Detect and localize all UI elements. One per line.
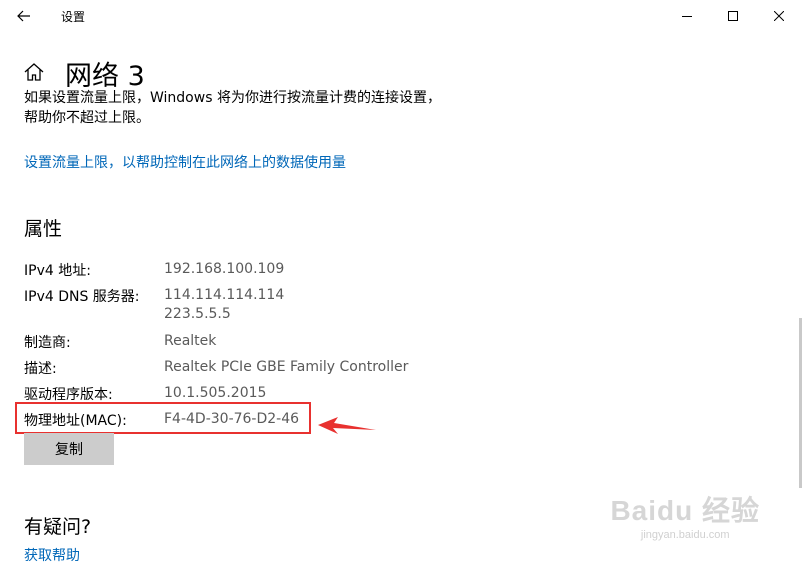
baidu-watermark: Baidu 经验 jingyan.baidu.com — [610, 489, 760, 541]
arrow-left-icon — [17, 10, 30, 22]
window-title: 设置 — [61, 10, 86, 24]
window-controls — [664, 0, 802, 32]
metered-description-line2: 帮助你不超过上限。 — [24, 110, 150, 126]
manufacturer-label: 制造商: — [24, 335, 71, 351]
ipv4-address-label: IPv4 地址: — [24, 263, 91, 279]
help-title: 有疑问? — [24, 516, 92, 538]
set-data-limit-link[interactable]: 设置流量上限，以帮助控制在此网络上的数据使用量 — [24, 152, 346, 172]
back-button[interactable] — [13, 6, 35, 26]
ipv4-dns-value: 114.114.114.114 223.5.5.5 — [164, 286, 284, 324]
manufacturer-value: Realtek — [164, 333, 217, 349]
maximize-button[interactable] — [710, 0, 756, 32]
maximize-icon — [728, 11, 738, 21]
mac-highlight-box — [15, 402, 311, 434]
minimize-button[interactable] — [664, 0, 710, 32]
title-bar: 设置 — [0, 0, 802, 32]
home-icon — [24, 63, 44, 81]
close-button[interactable] — [756, 0, 802, 32]
driver-version-label: 驱动程序版本: — [24, 387, 113, 403]
baidu-watermark-logo: Baidu 经验 — [610, 495, 760, 526]
metered-description: 如果设置流量上限，Windows 将为你进行按流量计费的连接设置， 帮助你不超过… — [24, 88, 484, 128]
ipv4-dns-label: IPv4 DNS 服务器: — [24, 289, 140, 305]
description-value: Realtek PCIe GBE Family Controller — [164, 359, 409, 375]
description-label: 描述: — [24, 361, 57, 377]
ipv4-dns-value-secondary: 223.5.5.5 — [164, 306, 231, 322]
annotation-arrow-icon — [318, 417, 376, 434]
ipv4-dns-value-primary: 114.114.114.114 — [164, 287, 285, 303]
minimize-icon — [682, 16, 692, 17]
metered-description-line1: 如果设置流量上限，Windows 将为你进行按流量计费的连接设置， — [24, 90, 441, 106]
properties-title: 属性 — [24, 218, 63, 240]
copy-button[interactable]: 复制 — [24, 433, 114, 465]
ipv4-address-value: 192.168.100.109 — [164, 261, 285, 277]
baidu-watermark-url: jingyan.baidu.com — [640, 529, 730, 541]
close-icon — [774, 11, 784, 21]
driver-version-value: 10.1.505.2015 — [164, 385, 267, 401]
home-button[interactable] — [23, 61, 45, 83]
get-help-link[interactable]: 获取帮助 — [24, 545, 80, 565]
